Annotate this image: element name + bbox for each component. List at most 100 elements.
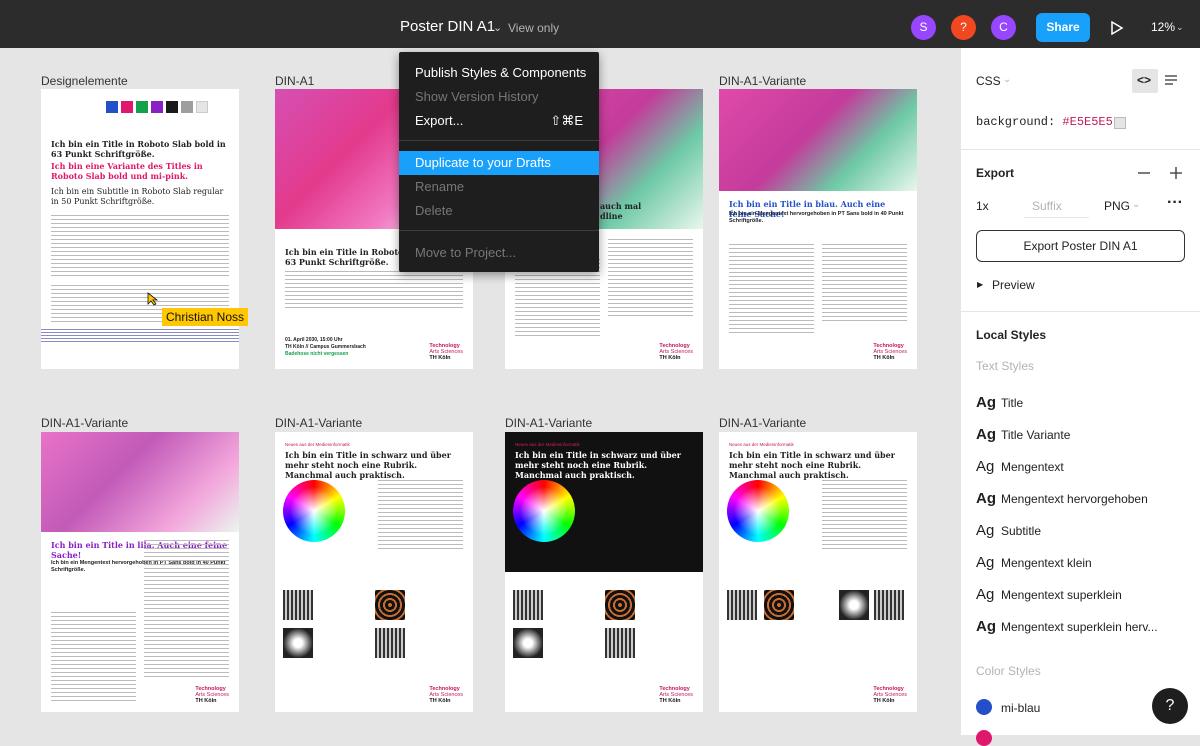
- chevron-down-icon[interactable]: ⌄: [1176, 22, 1184, 33]
- text-style-icon: Ag: [976, 586, 995, 603]
- swatch-blue: [106, 101, 118, 113]
- css-value: #E5E5E5: [1062, 115, 1113, 129]
- text-style-icon: Ag: [976, 618, 996, 635]
- share-button[interactable]: Share: [1036, 13, 1090, 42]
- menu-item-export[interactable]: Export... ⇧⌘E: [399, 109, 599, 133]
- plus-icon[interactable]: [1170, 167, 1182, 179]
- color-wheel-image: [283, 480, 345, 542]
- menu-divider: [399, 140, 599, 141]
- export-button[interactable]: Export Poster DIN A1: [976, 230, 1185, 262]
- poster-note: Badehose nicht vergessen: [285, 351, 349, 357]
- inspect-panel: CSS ⌄ <> background: #E5E5E5; Export 1x …: [960, 48, 1200, 746]
- frame-label[interactable]: DIN-A1-Variante: [275, 416, 362, 430]
- poster-column: [51, 612, 136, 702]
- sample-body-text: [51, 215, 229, 279]
- poster-column: [144, 540, 229, 680]
- poster-variant-blue[interactable]: Ich bin ein Title in blau. Auch eine fei…: [719, 89, 917, 369]
- color-style-name: mi-blau: [1001, 701, 1041, 715]
- poster-place: TH Köln // Campus Gummersbach: [285, 344, 366, 350]
- poster-variant-light-2[interactable]: Neues aus der Medieninformatik Ich bin e…: [719, 432, 917, 712]
- poster-subtitle: Ich bin ein Mengentext hervorgehoben in …: [729, 211, 904, 224]
- frame-label[interactable]: DIN-A1-Variante: [719, 416, 806, 430]
- frame-label[interactable]: DIN-A1-Variante: [719, 74, 806, 88]
- color-styles-heading: Color Styles: [976, 664, 1041, 678]
- poster-column: [378, 480, 463, 552]
- poster-kicker: Neues aus der Medieninformatik: [729, 442, 794, 447]
- poster-variant-dark[interactable]: Neues aus der Medieninformatik Ich bin e…: [505, 432, 703, 712]
- chevron-down-icon[interactable]: ⌄: [1003, 74, 1011, 85]
- poster-photo: [41, 432, 239, 532]
- text-styles-heading: Text Styles: [976, 359, 1035, 373]
- sample-subtitle: Ich bin ein Subtitle in Roboto Slab regu…: [51, 187, 224, 206]
- list-view-icon[interactable]: [1164, 74, 1178, 86]
- texture-image: [605, 590, 635, 620]
- color-wheel-image: [727, 480, 789, 542]
- code-icon: <>: [1137, 73, 1152, 87]
- menu-item-duplicate-to-drafts[interactable]: Duplicate to your Drafts: [399, 151, 599, 175]
- poster-column: [729, 244, 814, 334]
- texture-image: [513, 590, 543, 620]
- menu-item-show-version-history: Show Version History: [415, 89, 539, 104]
- poster-title: Ich bin ein Title in schwarz und über me…: [515, 450, 681, 480]
- poster-variant-light[interactable]: Neues aus der Medieninformatik Ich bin e…: [275, 432, 473, 712]
- text-style-name: Mengentext: [1001, 460, 1064, 474]
- swatch-black: [166, 101, 178, 113]
- frame-label[interactable]: DIN-A1-Variante: [41, 416, 128, 430]
- text-style-name: Mengentext superklein herv...: [1001, 620, 1158, 634]
- preview-toggle[interactable]: Preview: [992, 278, 1035, 292]
- css-property: background:: [976, 115, 1056, 129]
- poster-body: [285, 271, 463, 311]
- frame-label[interactable]: DIN-A1: [275, 74, 314, 88]
- design-elements-frame[interactable]: Ich bin ein Title in Roboto Slab bold in…: [41, 89, 239, 369]
- texture-image: [839, 590, 869, 620]
- code-language-select[interactable]: CSS: [976, 74, 1001, 88]
- file-menu-dropdown: Publish Styles & Components Show Version…: [399, 52, 599, 272]
- th-koeln-logo: Technology Arts Sciences TH Köln: [429, 343, 463, 361]
- more-options-icon[interactable]: ···: [1167, 194, 1183, 212]
- zoom-level[interactable]: 12%: [1151, 20, 1175, 34]
- sample-title-variant: Ich bin eine Variante des Titles in Robo…: [51, 161, 203, 181]
- frame-label[interactable]: Designelemente: [41, 74, 128, 88]
- avatar[interactable]: S: [911, 15, 936, 40]
- present-play-icon[interactable]: [1110, 21, 1124, 35]
- poster-title-fragment: auch mal: [600, 201, 642, 211]
- poster-column: [822, 244, 907, 324]
- th-koeln-logo: Technology Arts Sciences TH Köln: [659, 343, 693, 361]
- color-swatches: [106, 101, 208, 113]
- chevron-down-icon[interactable]: ⌄: [493, 21, 502, 34]
- chevron-down-icon[interactable]: ⌄: [1132, 199, 1140, 210]
- poster-column: [608, 239, 693, 319]
- poster-variant-lila[interactable]: Ich bin ein Title in lila. Auch eine fei…: [41, 432, 239, 712]
- minus-icon[interactable]: [1138, 172, 1150, 174]
- text-style-name: Mengentext superklein: [1001, 588, 1122, 602]
- export-suffix-input[interactable]: Suffix: [1032, 199, 1062, 213]
- frame-label[interactable]: DIN-A1-Variante: [505, 416, 592, 430]
- texture-image: [375, 590, 405, 620]
- swatch-grey: [181, 101, 193, 113]
- code-view-toggle[interactable]: <>: [1132, 69, 1158, 93]
- export-scale[interactable]: 1x: [976, 199, 989, 213]
- poster-column: [822, 480, 907, 552]
- color-style-swatch: [976, 699, 992, 715]
- texture-image: [605, 628, 635, 658]
- poster-kicker: Neues aus der Medieninformatik: [285, 442, 350, 447]
- sample-title: Ich bin ein Title in Roboto Slab bold in…: [51, 139, 226, 159]
- text-style-icon: Ag: [976, 490, 996, 507]
- texture-image: [513, 628, 543, 658]
- poster-date: 01. April 2030, 15:00 Uhr: [285, 337, 343, 343]
- help-button[interactable]: ?: [1152, 688, 1188, 724]
- swatch-pink: [121, 101, 133, 113]
- menu-item-delete: Delete: [415, 203, 453, 218]
- avatar[interactable]: C: [991, 15, 1016, 40]
- texture-image: [874, 590, 904, 620]
- text-style-name: Title Variante: [1001, 428, 1071, 442]
- color-swatch: [1114, 117, 1126, 129]
- avatar[interactable]: ?: [951, 15, 976, 40]
- suffix-underline: [1024, 217, 1089, 218]
- menu-item-publish-styles[interactable]: Publish Styles & Components: [399, 61, 599, 85]
- text-style-icon: Ag: [976, 554, 995, 571]
- file-title[interactable]: Poster DIN A1: [400, 18, 495, 35]
- caret-right-icon[interactable]: ▶: [977, 280, 983, 289]
- menu-item-move-to-project: Move to Project...: [415, 245, 517, 260]
- export-format-select[interactable]: PNG: [1104, 199, 1130, 213]
